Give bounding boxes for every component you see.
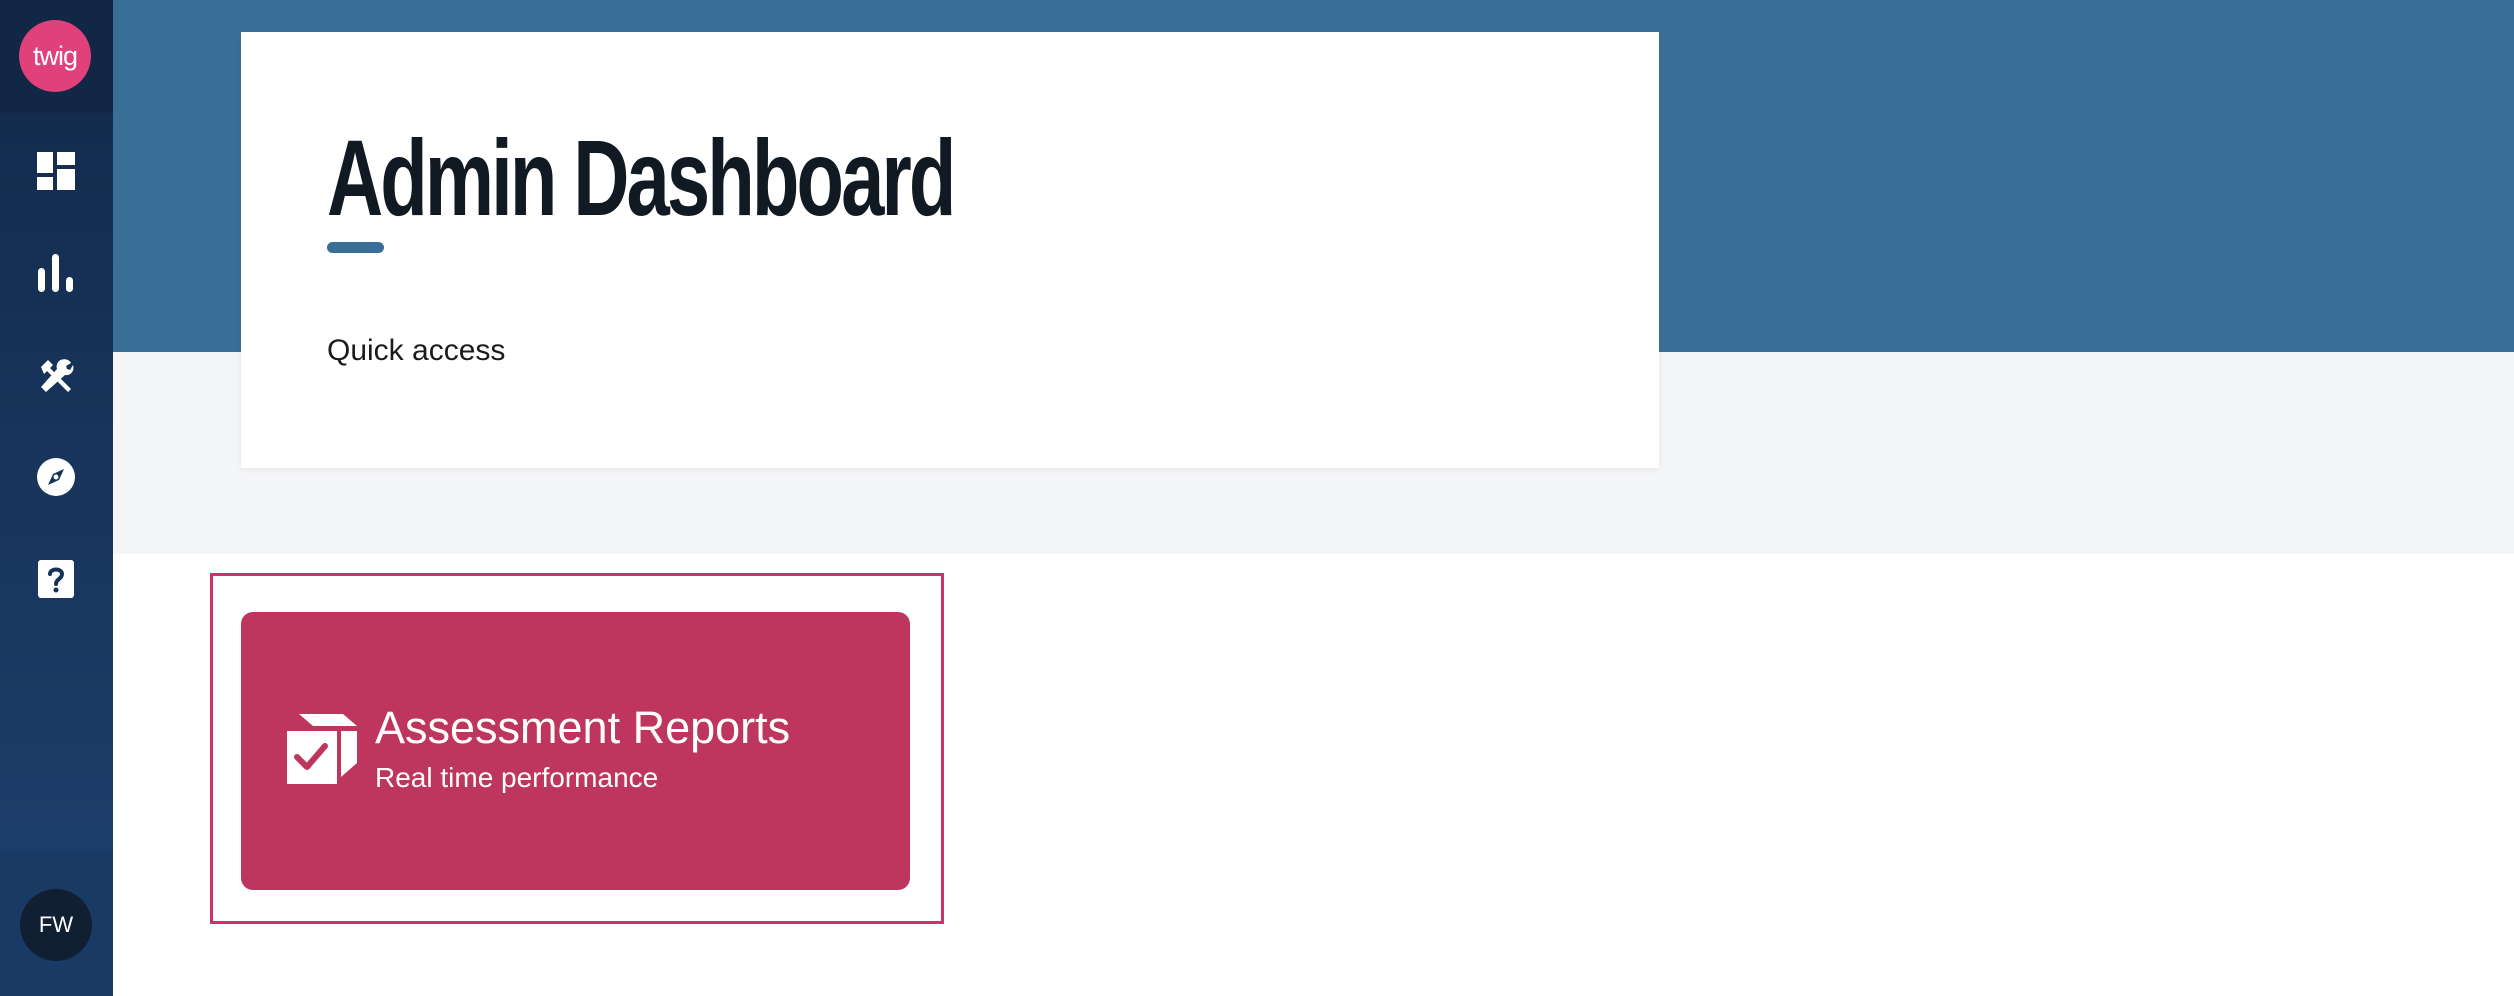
logo-area: twig (0, 0, 113, 113)
box-check-icon (285, 711, 359, 791)
user-avatar[interactable]: FW (20, 889, 92, 961)
dashboard-icon (37, 152, 75, 190)
sidebar-item-help[interactable] (16, 539, 96, 619)
twig-logo[interactable]: twig (19, 20, 91, 92)
sidebar-footer: FW (0, 849, 113, 996)
card-title: Assessment Reports (375, 702, 791, 753)
sidebar-item-reports[interactable] (16, 233, 96, 313)
page-title: Admin Dashboard (327, 117, 956, 238)
bar-chart-icon (37, 254, 75, 292)
sidebar-item-tools[interactable] (16, 335, 96, 415)
sidebar-item-explore[interactable] (16, 437, 96, 517)
logo-text: twig (32, 40, 78, 71)
card-subtitle: Real time performance (375, 762, 659, 793)
sidebar-item-dashboard[interactable] (16, 131, 96, 211)
sidebar: twig FW (0, 0, 113, 996)
tools-icon (38, 357, 74, 393)
title-underline (327, 242, 384, 253)
assessment-reports-card[interactable]: Assessment Reports Real time performance (241, 612, 910, 890)
compass-icon (36, 457, 76, 497)
help-icon (38, 560, 74, 598)
header-card: Admin Dashboard Quick access (241, 32, 1659, 468)
quick-access-label: Quick access (327, 334, 506, 367)
